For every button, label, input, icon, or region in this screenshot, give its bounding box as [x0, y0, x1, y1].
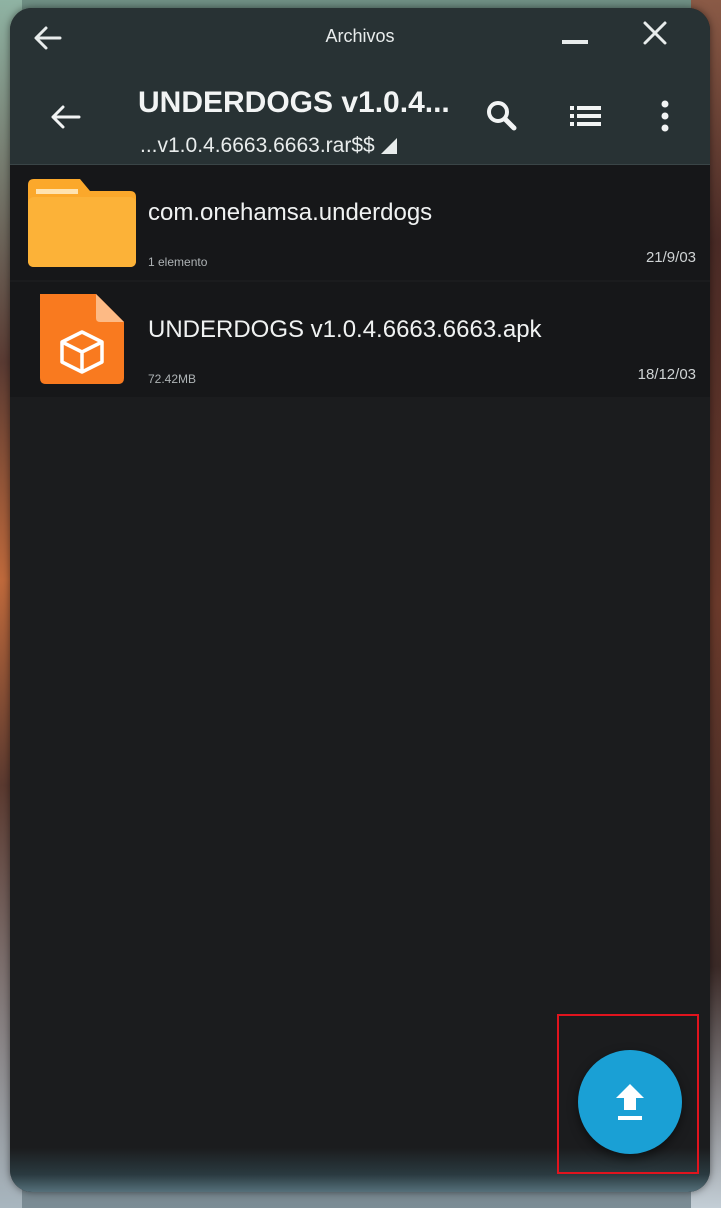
file-name: com.onehamsa.underdogs: [148, 199, 433, 226]
list-view-icon: [570, 106, 601, 126]
file-date: 21/9/03: [645, 249, 696, 266]
navigate-up-button[interactable]: [48, 102, 82, 132]
minimize-button[interactable]: [558, 22, 592, 52]
arrow-left-icon: [51, 105, 81, 129]
file-row-folder[interactable]: com.onehamsa.underdogs 1 elemento 21/9/0…: [10, 165, 710, 280]
window-title: Archivos: [325, 26, 395, 46]
close-icon: [643, 21, 667, 45]
file-list: com.onehamsa.underdogs 1 elemento 21/9/0…: [10, 165, 710, 397]
path-selector[interactable]: ...v1.0.4.6663.6663.rar$$: [140, 134, 397, 158]
search-button[interactable]: [482, 96, 522, 136]
file-meta: 1 elemento: [148, 255, 208, 269]
highlight-box: [557, 1014, 699, 1174]
file-meta: 72.42MB: [148, 372, 197, 386]
dropdown-triangle-icon: [380, 138, 397, 154]
folder-title: UNDERDOGS v1.0.4...: [138, 86, 450, 119]
search-icon: [487, 101, 517, 131]
minimize-icon: [562, 40, 588, 44]
view-mode-button[interactable]: [566, 98, 606, 134]
file-name: UNDERDOGS v1.0.4.6663.6663.apk: [148, 316, 542, 343]
window-titlebar: Archivos: [10, 8, 710, 68]
app-toolbar: UNDERDOGS v1.0.4... ...v1.0.4.6663.6663.…: [10, 68, 710, 165]
folder-icon: [26, 173, 138, 269]
apk-package-icon: [26, 290, 138, 386]
path-text: ...v1.0.4.6663.6663.rar$$: [140, 134, 375, 157]
file-date: 18/12/03: [637, 366, 696, 383]
file-row-apk[interactable]: UNDERDOGS v1.0.4.6663.6663.apk 72.42MB 1…: [10, 282, 710, 397]
close-button[interactable]: [638, 16, 672, 50]
more-options-button[interactable]: [650, 94, 680, 138]
more-vert-icon: [661, 100, 669, 132]
